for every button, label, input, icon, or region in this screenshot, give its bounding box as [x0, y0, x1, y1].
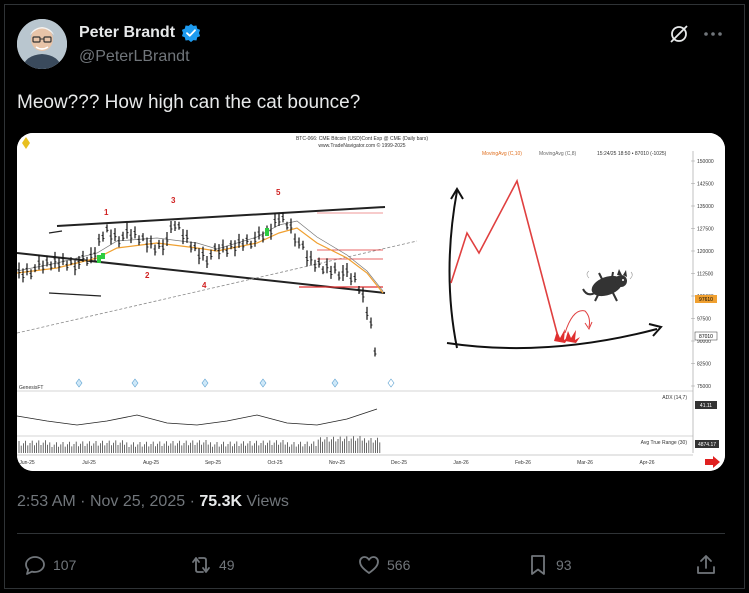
tweet-image-chart[interactable]: BTC-066: CME Bitcoin (USD)Cont Exp @ CME… [17, 133, 725, 471]
chart-legend-ma1: MovingAvg (C,10) [482, 151, 522, 157]
price-axis-label: 75000 [697, 384, 711, 390]
tweet-time[interactable]: 2:53 AM [17, 493, 76, 510]
atr-label: Avg True Range (30) [641, 440, 688, 446]
genesis-label: GenesisFT [19, 385, 43, 391]
avatar-portrait [17, 19, 67, 69]
price-axis-label: 97500 [697, 317, 711, 323]
time-axis-label: Sep-25 [205, 460, 221, 466]
bookmark-icon [531, 555, 545, 575]
bookmark-count: 93 [556, 557, 572, 573]
bookmark-button[interactable]: 93 [526, 553, 572, 577]
chart-legend-stats: 15:24/25 18:50 • 87010 (-1025) [597, 151, 667, 157]
tweet-meta: 2:53 AM · Nov 25, 2025 · 75.3K Views [17, 493, 289, 511]
time-axis-label: Jan-26 [453, 460, 469, 466]
chart-legend-ma2: MovingAvg (C,8) [539, 151, 576, 157]
price-axis-label: 82500 [697, 362, 711, 368]
price-axis-label: 135000 [697, 204, 714, 210]
current-price-tag-label: 87010 [699, 334, 713, 340]
price-axis-label: 150000 [697, 159, 714, 165]
atr-value: 4874.17 [698, 442, 716, 448]
time-axis-label: Aug-25 [143, 460, 159, 466]
more-options-icon[interactable] [701, 22, 725, 46]
heart-icon [359, 556, 379, 574]
share-icon [697, 555, 715, 574]
reply-count: 107 [53, 557, 77, 573]
reply-icon [25, 556, 45, 575]
tweet-date[interactable]: Nov 25, 2025 [90, 493, 185, 510]
time-axis-label: Oct-25 [267, 460, 282, 466]
wave-label-5: 5 [276, 188, 281, 197]
price-axis-label: 142500 [697, 182, 714, 188]
price-axis-label: 120000 [697, 249, 714, 255]
wave-label-1: 1 [104, 208, 109, 217]
author-avatar[interactable] [17, 19, 67, 69]
meta-separator: · [80, 493, 86, 510]
views-count: 75.3K [199, 493, 243, 510]
grok-icon[interactable] [667, 22, 691, 46]
time-axis-label: Mar-26 [577, 460, 593, 466]
reply-button[interactable]: 107 [23, 553, 76, 577]
time-axis-label: Dec-25 [391, 460, 407, 466]
repost-count: 49 [219, 557, 235, 573]
author-display-name[interactable]: Peter Brandt [79, 24, 175, 42]
time-axis-label: Jul-25 [82, 460, 96, 466]
divider [17, 533, 725, 534]
chart-header-copyright: www.TradeNavigator.com © 1999-2025 [318, 142, 405, 149]
verified-badge-icon [181, 23, 201, 43]
repost-icon [192, 557, 210, 573]
like-button[interactable]: 566 [357, 553, 410, 577]
repost-button[interactable]: 49 [189, 553, 235, 577]
time-axis-label: Feb-26 [515, 460, 531, 466]
chart-header-title: BTC-066: CME Bitcoin (USD)Cont Exp @ CME… [296, 136, 428, 142]
time-axis-label: Nov-25 [329, 460, 345, 466]
time-axis-label: Jun-25 [19, 460, 35, 466]
adx-value: 41.11 [700, 403, 712, 409]
wave-label-4: 4 [202, 281, 207, 290]
orange-price-tag-label: 97610 [699, 297, 713, 303]
like-count: 566 [387, 557, 411, 573]
adx-label: ADX (14,7) [662, 395, 687, 401]
price-axis-label: 127500 [697, 227, 714, 233]
tweet-text: Meow??? How high can the cat bounce? [17, 92, 361, 113]
time-axis-label: Apr-26 [639, 460, 654, 466]
meta-separator-2: · [189, 493, 195, 510]
price-axis-label: 112500 [697, 272, 714, 278]
views-label: Views [246, 493, 289, 510]
wave-label-3: 3 [171, 196, 176, 205]
author-handle[interactable]: @PeterLBrandt [79, 48, 190, 66]
wave-label-2: 2 [145, 271, 150, 280]
share-button[interactable] [694, 553, 718, 577]
